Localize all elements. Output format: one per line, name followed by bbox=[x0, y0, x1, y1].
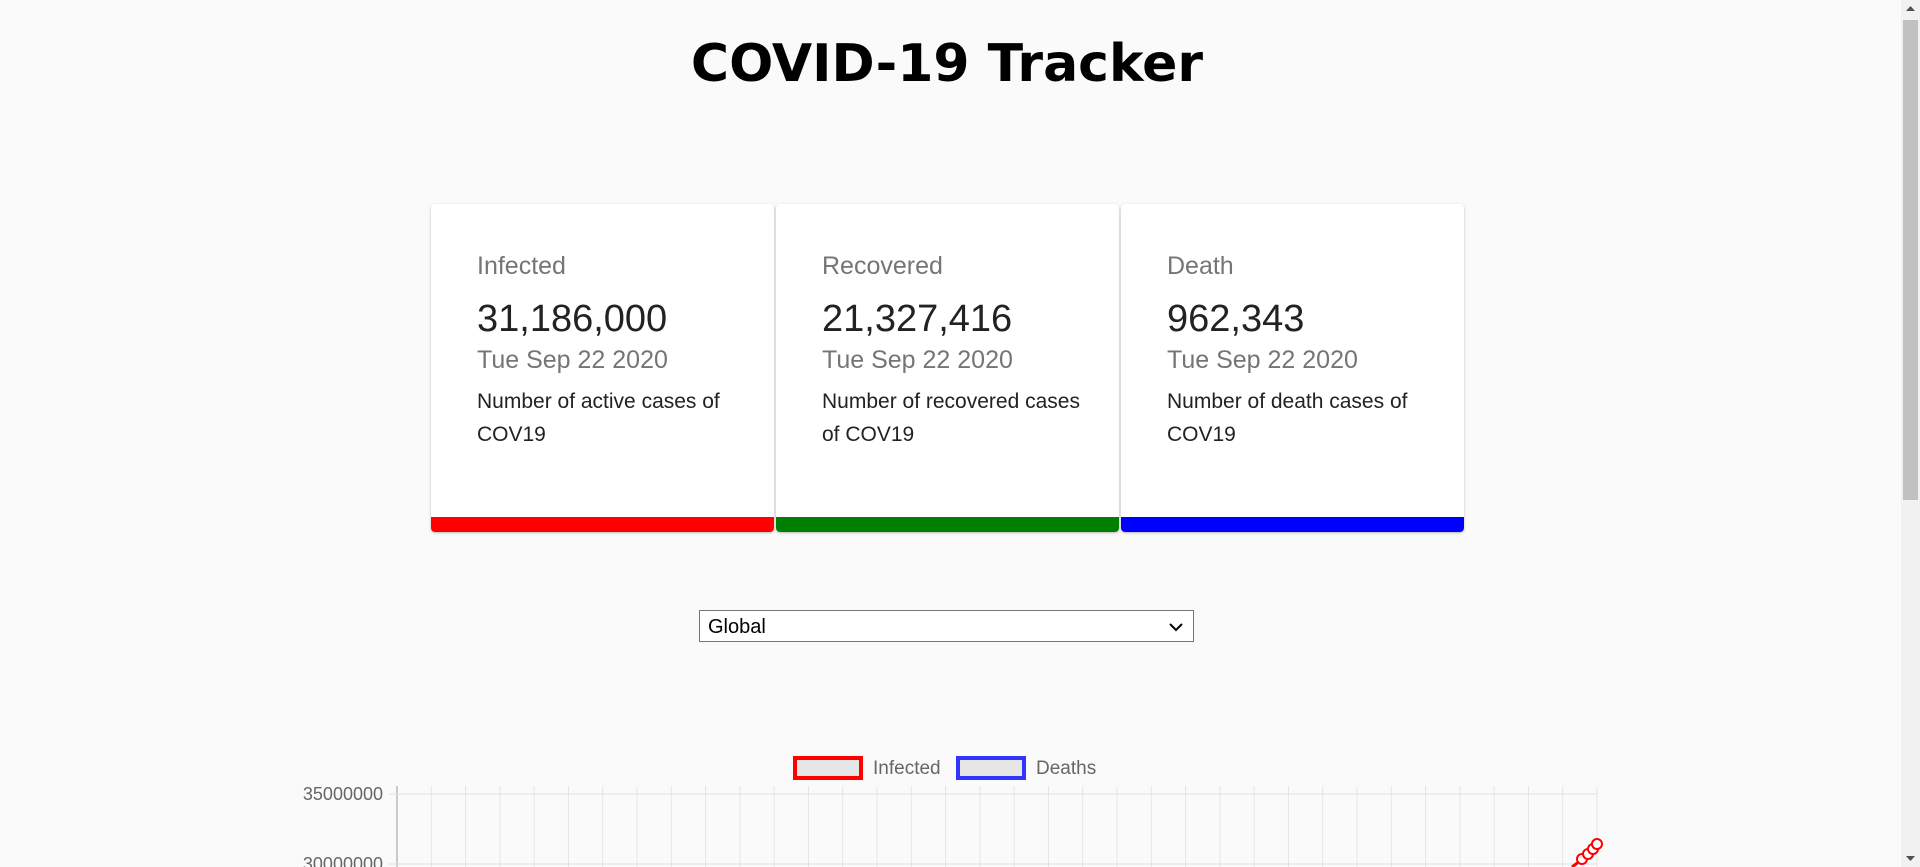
card-value: 21,327,416 bbox=[822, 298, 1013, 340]
cases-line-chart: Infected Deaths 35000000 30000000 bbox=[303, 756, 1603, 867]
card-date: Tue Sep 22 2020 bbox=[1167, 346, 1358, 374]
legend-swatch-deaths[interactable] bbox=[956, 756, 1026, 780]
stats-cards: Infected 31,186,000 Tue Sep 22 2020 Numb… bbox=[431, 204, 1464, 532]
card-value: 962,343 bbox=[1167, 298, 1305, 340]
y-tick-label: 30000000 bbox=[303, 854, 383, 867]
card-death: Death 962,343 Tue Sep 22 2020 Number of … bbox=[1121, 204, 1464, 532]
page: COVID-19 Tracker Infected 31,186,000 Tue… bbox=[0, 0, 1901, 867]
card-infected: Infected 31,186,000 Tue Sep 22 2020 Numb… bbox=[431, 204, 774, 532]
data-point-infected bbox=[1591, 838, 1603, 850]
y-tick-label: 35000000 bbox=[303, 784, 383, 804]
card-accent-bar bbox=[776, 517, 1119, 532]
card-date: Tue Sep 22 2020 bbox=[477, 346, 668, 374]
legend-swatch-infected[interactable] bbox=[793, 756, 863, 780]
country-select[interactable]: Global bbox=[699, 610, 1194, 642]
card-description: Number of death cases of COV19 bbox=[1167, 390, 1408, 446]
card-accent-bar bbox=[431, 517, 774, 532]
card-accent-bar bbox=[1121, 517, 1464, 532]
page-title: COVID-19 Tracker bbox=[690, 34, 1204, 94]
chart-legend: Infected Deaths bbox=[793, 756, 1096, 780]
card-value: 31,186,000 bbox=[477, 298, 668, 340]
card-description: Number of recovered cases of COV19 bbox=[822, 390, 1080, 446]
chart-grid bbox=[389, 786, 1598, 867]
scroll-up-icon[interactable] bbox=[1901, 0, 1920, 17]
scroll-down-icon[interactable] bbox=[1901, 850, 1920, 867]
country-select-value: Global bbox=[708, 616, 766, 638]
legend-label-deaths[interactable]: Deaths bbox=[1036, 758, 1096, 779]
legend-label-infected[interactable]: Infected bbox=[873, 758, 941, 779]
card-label: Infected bbox=[477, 252, 566, 280]
card-label: Recovered bbox=[822, 252, 943, 280]
scrollbar-thumb[interactable] bbox=[1903, 20, 1918, 500]
card-description: Number of active cases of COV19 bbox=[477, 390, 720, 446]
card-recovered: Recovered 21,327,416 Tue Sep 22 2020 Num… bbox=[776, 204, 1119, 532]
vertical-scrollbar[interactable] bbox=[1901, 0, 1920, 867]
card-date: Tue Sep 22 2020 bbox=[822, 346, 1013, 374]
chart-y-axis: 35000000 30000000 bbox=[303, 784, 383, 867]
chevron-down-icon bbox=[1169, 623, 1183, 632]
card-label: Death bbox=[1167, 252, 1234, 280]
